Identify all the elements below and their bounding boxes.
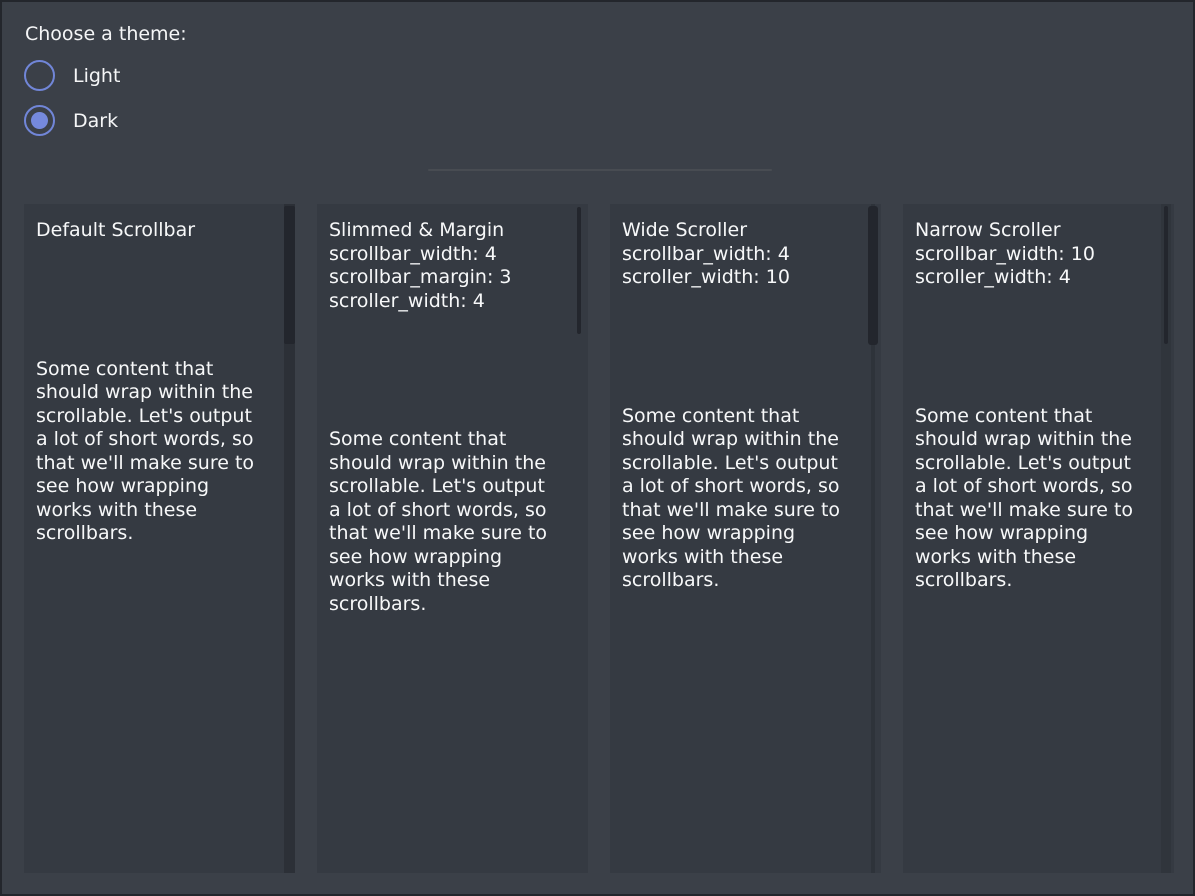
panel-title: Wide Scroller	[622, 219, 857, 243]
radio-label-light: Light	[73, 65, 120, 87]
panel-scroll-area[interactable]: Slimmed & Margin scrollbar_width: 4scrol…	[317, 204, 588, 616]
panel-slimmed-margin[interactable]: Slimmed & Margin scrollbar_width: 4scrol…	[317, 204, 588, 873]
horizontal-divider	[428, 169, 772, 171]
param-line: scrollbar_width: 4	[622, 243, 857, 267]
panel-default-scrollbar[interactable]: Default Scrollbar Some content that shou…	[24, 204, 295, 873]
param-line: scrollbar_width: 10	[915, 243, 1150, 267]
radio-label-dark: Dark	[73, 110, 118, 132]
panel-params: scrollbar_width: 4scroller_width: 10	[622, 243, 857, 290]
radio-dot	[31, 67, 48, 84]
radio-button-icon[interactable]	[24, 105, 55, 136]
panel-wide-scroller[interactable]: Wide Scroller scrollbar_width: 4scroller…	[610, 204, 881, 873]
param-line: scroller_width: 4	[329, 290, 564, 314]
param-line: scroller_width: 10	[622, 266, 857, 290]
radio-dot	[31, 112, 48, 129]
panel-content: Some content that should wrap within the…	[329, 428, 564, 616]
panel-scroll-area[interactable]: Wide Scroller scrollbar_width: 4scroller…	[610, 204, 881, 593]
param-line: scrollbar_margin: 3	[329, 266, 564, 290]
radio-option-dark[interactable]: Dark	[24, 105, 118, 136]
scrollbar-thumb[interactable]	[1164, 206, 1168, 344]
panel-title: Slimmed & Margin	[329, 219, 564, 243]
panel-scroll-area[interactable]: Narrow Scroller scrollbar_width: 10scrol…	[903, 204, 1174, 593]
panel-narrow-scroller[interactable]: Narrow Scroller scrollbar_width: 10scrol…	[903, 204, 1174, 873]
panel-title: Narrow Scroller	[915, 219, 1150, 243]
panel-title: Default Scrollbar	[36, 219, 271, 243]
scrollbar-thumb[interactable]	[284, 206, 295, 344]
panel-scroll-area[interactable]: Default Scrollbar Some content that shou…	[24, 204, 295, 546]
panel-params: scrollbar_width: 4scrollbar_margin: 3scr…	[329, 243, 564, 314]
panel-content: Some content that should wrap within the…	[36, 358, 271, 546]
param-line: scrollbar_width: 4	[329, 243, 564, 267]
scrollbar-thumb[interactable]	[577, 207, 581, 334]
scrollbar-thumb[interactable]	[868, 206, 878, 345]
panels-row: Default Scrollbar Some content that shou…	[24, 204, 1174, 873]
radio-option-light[interactable]: Light	[24, 60, 120, 91]
param-line: scroller_width: 4	[915, 266, 1150, 290]
panel-content: Some content that should wrap within the…	[622, 405, 857, 593]
app-window: Choose a theme: Light Dark Default Scrol…	[0, 0, 1195, 896]
panel-params: scrollbar_width: 10scroller_width: 4	[915, 243, 1150, 290]
theme-chooser-label: Choose a theme:	[25, 23, 187, 46]
panel-content: Some content that should wrap within the…	[915, 405, 1150, 593]
radio-button-icon[interactable]	[24, 60, 55, 91]
